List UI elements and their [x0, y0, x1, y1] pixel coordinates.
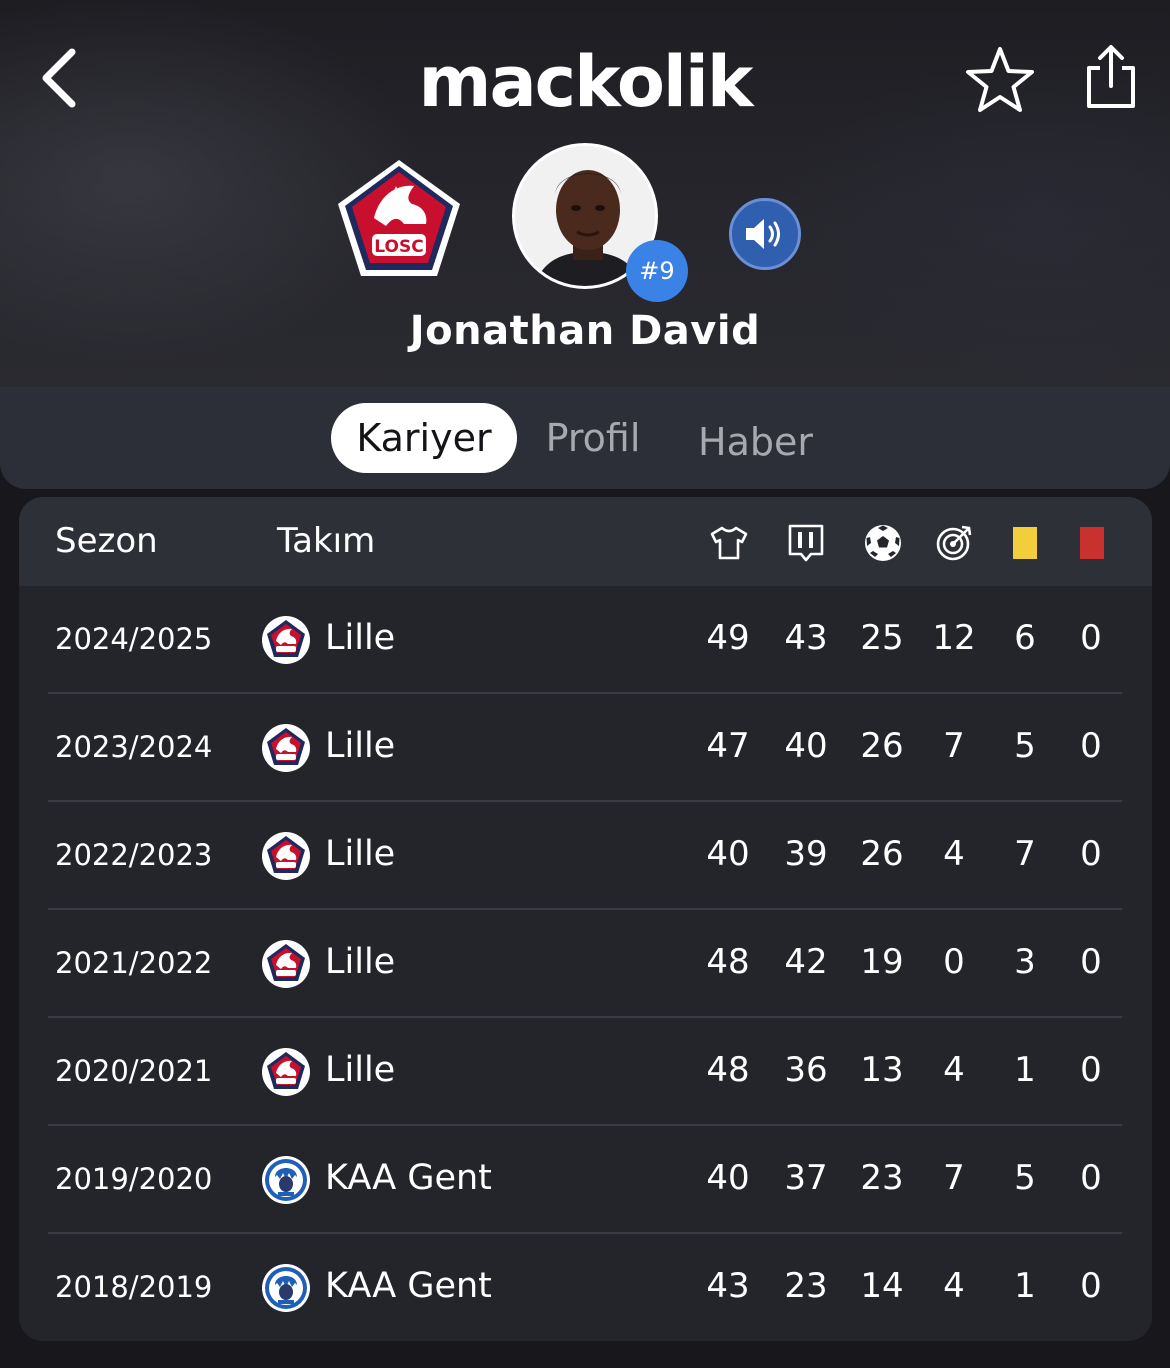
tab-bar: Kariyer Profil Haber: [0, 387, 1170, 489]
red-cards-cell: 0: [1080, 1158, 1102, 1198]
goals-cell: 23: [860, 1158, 904, 1198]
season-cell: 2019/2020: [55, 1162, 213, 1196]
losc-crest-icon: [261, 831, 311, 881]
goals-cell: 26: [860, 834, 904, 874]
table-row[interactable]: 2023/2024 Lille 47 40 26 7 5 0: [19, 694, 1152, 802]
red-cards-cell: 0: [1080, 726, 1102, 766]
appearances-cell: 48: [706, 942, 750, 982]
team-cell[interactable]: KAA Gent: [325, 1158, 492, 1198]
jersey-number-badge: #9: [626, 240, 688, 302]
starts-cell: 37: [784, 1158, 828, 1198]
season-cell: 2020/2021: [55, 1054, 213, 1088]
career-table: Sezon Takım 2024/2025 Lille 49 43 25 12 …: [19, 497, 1152, 1341]
player-header: mackolik LOSC #9 Jonathan David: [0, 0, 1170, 392]
season-cell: 2021/2022: [55, 946, 213, 980]
favorite-button[interactable]: [964, 44, 1036, 116]
table-row[interactable]: 2022/2023 Lille 40 39 26 4 7 0: [19, 802, 1152, 910]
appearances-cell: 40: [706, 834, 750, 874]
red-card-icon: [1079, 523, 1105, 563]
appearances-cell: 48: [706, 1050, 750, 1090]
losc-crest-icon: [261, 1047, 311, 1097]
yellow-cards-cell: 6: [1014, 618, 1036, 658]
table-row[interactable]: 2020/2021 Lille 48 36 13 4 1 0: [19, 1018, 1152, 1126]
tab-kariyer[interactable]: Kariyer: [331, 403, 517, 473]
goals-cell: 26: [860, 726, 904, 766]
assists-cell: 4: [943, 1266, 965, 1306]
yellow-cards-cell: 1: [1014, 1266, 1036, 1306]
table-row[interactable]: 2018/2019 KAA Gent 43 23 14 4 1 0: [19, 1234, 1152, 1341]
tab-profil[interactable]: Profil: [528, 403, 658, 473]
assists-cell: 12: [932, 618, 976, 658]
table-header: Sezon Takım: [19, 497, 1152, 586]
player-name: Jonathan David: [409, 308, 761, 354]
assists-cell: 0: [943, 942, 965, 982]
team-cell[interactable]: Lille: [325, 942, 395, 982]
gent-crest-icon: [261, 1263, 311, 1313]
starts-cell: 43: [784, 618, 828, 658]
yellow-cards-cell: 5: [1014, 726, 1036, 766]
audio-button[interactable]: [729, 198, 801, 270]
appearances-cell: 47: [706, 726, 750, 766]
column-header-team: Takım: [277, 521, 376, 561]
yellow-cards-cell: 5: [1014, 1158, 1036, 1198]
tab-haber[interactable]: Haber: [683, 407, 828, 477]
starts-cell: 40: [784, 726, 828, 766]
assists-cell: 4: [943, 1050, 965, 1090]
yellow-cards-cell: 1: [1014, 1050, 1036, 1090]
starts-cell: 36: [784, 1050, 828, 1090]
team-cell[interactable]: Lille: [325, 726, 395, 766]
team-cell[interactable]: Lille: [325, 618, 395, 658]
assist-target-icon: [933, 523, 975, 563]
jersey-icon: [708, 523, 750, 563]
goals-cell: 19: [860, 942, 904, 982]
red-cards-cell: 0: [1080, 1266, 1102, 1306]
starts-cell: 39: [784, 834, 828, 874]
appearances-cell: 49: [706, 618, 750, 658]
speaker-icon: [746, 219, 780, 249]
team-cell[interactable]: Lille: [325, 834, 395, 874]
team-cell[interactable]: KAA Gent: [325, 1266, 492, 1306]
red-cards-cell: 0: [1080, 834, 1102, 874]
assists-cell: 4: [943, 834, 965, 874]
share-icon: [1087, 45, 1135, 108]
club-crest[interactable]: LOSC: [334, 156, 464, 280]
team-cell[interactable]: Lille: [325, 1050, 395, 1090]
season-cell: 2023/2024: [55, 730, 213, 764]
red-cards-cell: 0: [1080, 942, 1102, 982]
losc-crest-icon: [261, 615, 311, 665]
gent-crest-icon: [261, 1155, 311, 1205]
yellow-card-icon: [1012, 523, 1038, 563]
share-button[interactable]: [1080, 42, 1142, 112]
star-icon: [966, 47, 1034, 112]
table-row[interactable]: 2019/2020 KAA Gent 40 37 23 7 5 0: [19, 1126, 1152, 1234]
table-row[interactable]: 2024/2025 Lille 49 43 25 12 6 0: [19, 586, 1152, 694]
goals-cell: 14: [860, 1266, 904, 1306]
starting-eleven-icon: [786, 523, 826, 563]
losc-crest-icon: [261, 723, 311, 773]
assists-cell: 7: [943, 1158, 965, 1198]
starts-cell: 23: [784, 1266, 828, 1306]
goals-cell: 25: [860, 618, 904, 658]
yellow-cards-cell: 7: [1014, 834, 1036, 874]
season-cell: 2024/2025: [55, 622, 213, 656]
football-icon: [862, 523, 904, 563]
svg-text:LOSC: LOSC: [374, 237, 423, 257]
yellow-cards-cell: 3: [1014, 942, 1036, 982]
table-row[interactable]: 2021/2022 Lille 48 42 19 0 3 0: [19, 910, 1152, 1018]
season-cell: 2018/2019: [55, 1270, 213, 1304]
season-cell: 2022/2023: [55, 838, 213, 872]
red-cards-cell: 0: [1080, 1050, 1102, 1090]
assists-cell: 7: [943, 726, 965, 766]
starts-cell: 42: [784, 942, 828, 982]
goals-cell: 13: [860, 1050, 904, 1090]
red-cards-cell: 0: [1080, 618, 1102, 658]
appearances-cell: 40: [706, 1158, 750, 1198]
appearances-cell: 43: [706, 1266, 750, 1306]
losc-crest-icon: [261, 939, 311, 989]
column-header-season: Sezon: [55, 521, 158, 561]
